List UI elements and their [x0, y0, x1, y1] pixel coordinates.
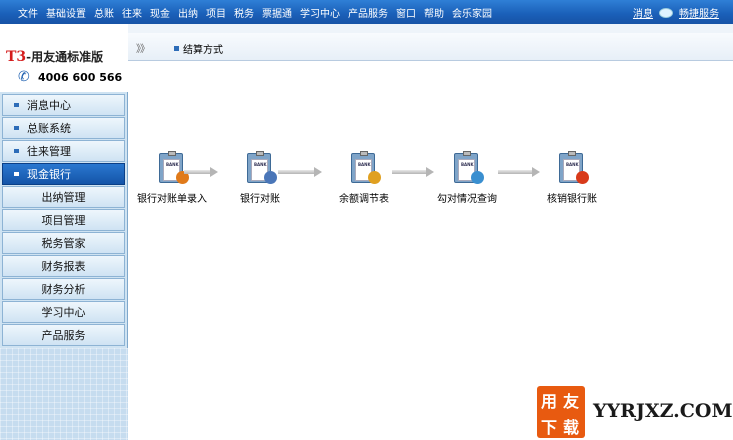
sidebar-item-label: 现金银行	[27, 168, 71, 181]
watermark-site: YYRJXZ.COM	[593, 400, 733, 422]
menubar-right: 消息 畅捷服务	[633, 5, 719, 20]
flow-node-label: 余额调节表	[339, 194, 389, 205]
menu-cash[interactable]: 现金	[146, 5, 174, 20]
flow-node-balance-adjustment[interactable]: BANK 余额调节表	[324, 150, 404, 205]
watermark-seal: 用 友 下 载	[537, 386, 585, 438]
flow-node-label: 核销银行账	[547, 194, 597, 205]
collapse-chevron-icon[interactable]: 》》	[136, 40, 150, 55]
sidebar-item-cashier[interactable]: 出纳管理	[2, 186, 125, 208]
seal-char: 载	[563, 418, 580, 437]
sidebar-item-label: 学习中心	[41, 306, 86, 319]
sidebar-item-label: 出纳管理	[41, 191, 86, 204]
menu-items: 文件 基础设置 总账 往来 现金 出纳 项目 税务 票据通 学习中心 产品服务 …	[14, 5, 496, 20]
sidebar-item-label: 财务分析	[41, 283, 86, 296]
tab-settlement-method[interactable]: 结算方式	[174, 41, 223, 56]
seal-char: 友	[563, 392, 580, 411]
phone-icon: ✆	[18, 69, 30, 85]
sidebar-item-tax[interactable]: 税务管家	[2, 232, 125, 254]
menu-general-ledger[interactable]: 总账	[90, 5, 118, 20]
clipboard-icon: BANK	[243, 150, 277, 184]
product-title-rest: -用友通标准版	[26, 50, 104, 64]
sidebar-item-learning[interactable]: 学习中心	[2, 301, 125, 323]
flow-node-bank-reconciliation[interactable]: BANK 银行对账	[220, 150, 300, 205]
sidebar-item-cash-bank[interactable]: 现金银行	[2, 163, 125, 185]
product-title-prefix: T3	[6, 49, 27, 65]
flow-node-match-query[interactable]: BANK 勾对情况查询	[427, 150, 507, 205]
sidebar-item-product-service[interactable]: 产品服务	[2, 324, 125, 346]
hotline: ✆ 4006 600 566	[18, 70, 122, 84]
magnifier-icon	[471, 171, 484, 184]
sidebar-item-label: 项目管理	[41, 214, 86, 227]
seal-char: 下	[541, 418, 558, 437]
sidebar-item-reports[interactable]: 财务报表	[2, 255, 125, 277]
sidebar-item-project[interactable]: 项目管理	[2, 209, 125, 231]
clipboard-icon: BANK	[555, 150, 589, 184]
sidebar-item-label: 总账系统	[27, 122, 71, 135]
menu-product-service[interactable]: 产品服务	[344, 5, 392, 20]
sidebar-item-accounts[interactable]: 往来管理	[2, 140, 125, 162]
sidebar-item-label: 消息中心	[27, 99, 71, 112]
menu-window[interactable]: 窗口	[392, 5, 420, 20]
clipboard-icon: BANK	[155, 150, 189, 184]
menu-basic-settings[interactable]: 基础设置	[42, 5, 90, 20]
seal-char: 用	[541, 392, 558, 411]
bullet-icon	[14, 103, 19, 107]
menu-help[interactable]: 帮助	[420, 5, 448, 20]
tab-bar: 》》 结算方式	[128, 33, 733, 61]
bullet-icon	[174, 46, 179, 51]
clipboard-icon: BANK	[347, 150, 381, 184]
product-title: T3-用友通标准版	[6, 48, 103, 65]
menu-project[interactable]: 项目	[202, 5, 230, 20]
bullet-icon	[14, 149, 19, 153]
menu-learning[interactable]: 学习中心	[296, 5, 344, 20]
top-strip	[128, 24, 733, 33]
sidebar-item-analysis[interactable]: 财务分析	[2, 278, 125, 300]
menu-bar: 文件 基础设置 总账 往来 现金 出纳 项目 税务 票据通 学习中心 产品服务 …	[0, 0, 733, 24]
menu-file[interactable]: 文件	[14, 5, 42, 20]
sidebar-item-general-ledger[interactable]: 总账系统	[2, 117, 125, 139]
sidebar-item-message-center[interactable]: 消息中心	[2, 94, 125, 116]
documents-icon	[264, 171, 277, 184]
eraser-icon	[576, 171, 589, 184]
sidebar-item-label: 产品服务	[41, 329, 86, 342]
tab-label: 结算方式	[183, 45, 223, 56]
menu-accounts[interactable]: 往来	[118, 5, 146, 20]
flow-node-label: 勾对情况查询	[437, 194, 497, 205]
clipboard-icon: BANK	[450, 150, 484, 184]
message-link[interactable]: 消息	[633, 5, 653, 20]
main-canvas: BANK 银行对账单录入 BANK 银行对账 BANK 余额调节表 BANK 勾…	[128, 62, 733, 440]
sidebar-item-label: 财务报表	[41, 260, 86, 273]
menu-club[interactable]: 会乐家园	[448, 5, 496, 20]
menu-tax[interactable]: 税务	[230, 5, 258, 20]
brand-area: T3-用友通标准版 ✆ 4006 600 566	[0, 24, 128, 92]
money-bag-icon	[368, 171, 381, 184]
sidebar-nav: 消息中心 总账系统 往来管理 现金银行 出纳管理 项目管理 税务管家 财务报表 …	[2, 94, 125, 347]
left-panel-pattern	[0, 348, 128, 440]
bullet-icon	[14, 172, 19, 176]
menu-bill[interactable]: 票据通	[258, 5, 296, 20]
sidebar-item-label: 往来管理	[27, 145, 71, 158]
hotline-number: 4006 600 566	[38, 70, 123, 84]
watermark: 用 友 下 载 YYRJXZ.COM	[537, 386, 733, 440]
bullet-icon	[14, 126, 19, 130]
flow-node-label: 银行对账	[240, 194, 280, 205]
sidebar-item-label: 税务管家	[41, 237, 86, 250]
menu-cashier[interactable]: 出纳	[174, 5, 202, 20]
flow-node-label: 银行对账单录入	[137, 194, 207, 205]
chat-bubble-icon[interactable]	[659, 7, 673, 18]
flow-node-statement-entry[interactable]: BANK 银行对账单录入	[132, 150, 212, 205]
service-link[interactable]: 畅捷服务	[679, 5, 719, 20]
flow-node-write-off[interactable]: BANK 核销银行账	[532, 150, 612, 205]
